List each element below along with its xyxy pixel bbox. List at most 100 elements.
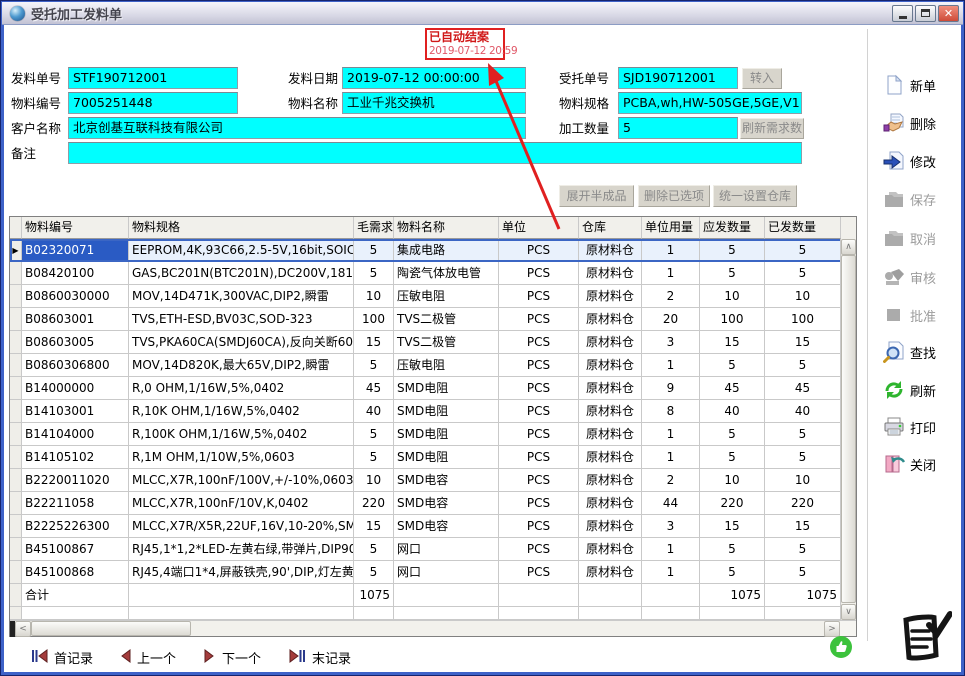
table-row[interactable]: 合计107510751075 xyxy=(10,584,856,607)
column-header[interactable]: 物料编号 xyxy=(22,217,129,239)
table-cell: PCS xyxy=(499,469,579,492)
table-row[interactable]: B45100868RJ45,4端口1*4,屏蔽铁壳,90',DIP,灯左黄右5网… xyxy=(10,561,856,584)
checklist-doc-icon xyxy=(894,611,952,667)
table-cell: B08603005 xyxy=(22,331,129,354)
maximize-button[interactable] xyxy=(915,5,936,22)
table-cell: 100 xyxy=(765,308,841,331)
minimize-button[interactable] xyxy=(892,5,913,22)
table-cell: MLCC,X7R,100nF/100V,+/-10%,0603 xyxy=(129,469,354,492)
titlebar[interactable]: 受托加工发料单 ✕ xyxy=(2,2,963,25)
table-cell: 5 xyxy=(765,538,841,561)
table-row[interactable]: B0860030000MOV,14D471K,300VAC,DIP2,瞬雷10压… xyxy=(10,285,856,308)
table-cell: 10 xyxy=(765,469,841,492)
table-cell: B2225226300 xyxy=(22,515,129,538)
table-cell: 220 xyxy=(354,492,394,515)
row-indicator: ▶ xyxy=(10,239,22,262)
scroll-up-icon[interactable]: ∧ xyxy=(841,239,856,255)
table-cell: 10 xyxy=(354,285,394,308)
table-cell: SMD电阻 xyxy=(394,423,499,446)
table-row[interactable]: B08420100GAS,BC201N(BTC201N),DC200V,1812… xyxy=(10,262,856,285)
table-row[interactable]: B2225226300MLCC,X7R/X5R,22UF,16V,10-20%,… xyxy=(10,515,856,538)
material-spec-field[interactable]: PCBA,wh,HW-505GE,5GE,V1 xyxy=(618,92,802,114)
nav-button-末记录[interactable]: 末记录 xyxy=(289,646,351,668)
sidebar-button-关闭[interactable]: 关闭 xyxy=(883,450,963,478)
table-cell: 45 xyxy=(354,377,394,400)
close-icon[interactable]: ✕ xyxy=(938,5,959,22)
table-cell: 压敏电阻 xyxy=(394,285,499,308)
row-indicator xyxy=(10,446,22,469)
table-cell: SMD电容 xyxy=(394,515,499,538)
table-cell: TVS二极管 xyxy=(394,331,499,354)
table-cell: PCS xyxy=(499,538,579,561)
entrust-no-field[interactable]: SJD190712001 xyxy=(618,67,738,89)
table-row[interactable]: B0860306800MOV,14D820K,最大65V,DIP2,瞬雷5压敏电… xyxy=(10,354,856,377)
vertical-scroll-thumb[interactable] xyxy=(841,255,856,603)
sidebar-button-修改[interactable]: 修改 xyxy=(883,147,963,175)
table-cell: 15 xyxy=(354,331,394,354)
table-row[interactable]: B08603001TVS,ETH-ESD,BV03C,SOD-323100TVS… xyxy=(10,308,856,331)
column-header[interactable]: 毛需求 xyxy=(354,217,394,239)
table-row[interactable]: B2220011020MLCC,X7R,100nF/100V,+/-10%,06… xyxy=(10,469,856,492)
column-header[interactable]: 单位 xyxy=(499,217,579,239)
horizontal-scrollbar[interactable]: < > xyxy=(10,620,856,636)
scroll-down-icon[interactable]: ∨ xyxy=(841,604,856,620)
nav-button-上一个[interactable]: 上一个 xyxy=(119,646,176,668)
issue-no-field[interactable]: STF190712001 xyxy=(68,67,238,89)
sidebar-button-取消: 取消 xyxy=(883,224,963,252)
sidebar-button-刷新[interactable]: 刷新 xyxy=(883,376,963,404)
table-cell: R,100K OHM,1/16W,5%,0402 xyxy=(129,423,354,446)
remark-field[interactable] xyxy=(68,142,802,164)
table-cell: B45100868 xyxy=(22,561,129,584)
table-row[interactable] xyxy=(10,607,856,620)
sidebar-button-新单[interactable]: 新单 xyxy=(883,71,963,99)
table-cell: 100 xyxy=(354,308,394,331)
material-no-field[interactable]: 7005251448 xyxy=(68,92,238,114)
table-row[interactable]: B14105102R,1M OHM,1/10W,5%,06035SMD电阻PCS… xyxy=(10,446,856,469)
items-table-body: ▶B02320071EEPROM,4K,93C66,2.5-5V,16bit,S… xyxy=(10,239,856,620)
table-cell: SMD电容 xyxy=(394,492,499,515)
table-cell: 5 xyxy=(700,561,765,584)
row-indicator xyxy=(10,538,22,561)
table-cell: 220 xyxy=(700,492,765,515)
column-header[interactable]: 物料规格 xyxy=(129,217,354,239)
table-cell: PCS xyxy=(499,446,579,469)
column-header[interactable]: 已发数量 xyxy=(765,217,841,239)
table-row[interactable]: B45100867RJ45,1*1,2*LED-左黄右绿,带弹片,DIP90度5… xyxy=(10,538,856,561)
column-header[interactable]: 应发数量 xyxy=(700,217,765,239)
table-cell: TVS,PKA60CA(SMDJ60CA),反向关断60V,5 xyxy=(129,331,354,354)
table-cell: 压敏电阻 xyxy=(394,354,499,377)
sidebar-button-查找[interactable]: 查找 xyxy=(883,338,963,366)
new-doc-icon xyxy=(883,74,905,96)
table-cell: 合计 xyxy=(22,584,129,607)
app-window: 受托加工发料单 ✕ 已自动结案 2019-07-12 20:59 发料单号 ST… xyxy=(0,0,965,676)
nav-button-首记录[interactable]: 首记录 xyxy=(31,646,93,668)
sidebar-button-打印[interactable]: 打印 xyxy=(883,413,963,441)
row-indicator xyxy=(10,469,22,492)
table-row[interactable]: ▶B02320071EEPROM,4K,93C66,2.5-5V,16bit,S… xyxy=(10,239,856,262)
horizontal-scroll-thumb[interactable] xyxy=(31,621,191,636)
table-cell: 45 xyxy=(765,377,841,400)
table-row[interactable]: B22211058MLCC,X7R,100nF/10V,K,0402220SMD… xyxy=(10,492,856,515)
process-qty-field[interactable]: 5 xyxy=(618,117,738,139)
table-cell: 3 xyxy=(642,331,700,354)
table-cell: 5 xyxy=(700,446,765,469)
vertical-scrollbar[interactable]: ∧ ∨ xyxy=(840,239,856,620)
table-row[interactable]: B08603005TVS,PKA60CA(SMDJ60CA),反向关断60V,5… xyxy=(10,331,856,354)
scroll-left-icon[interactable]: < xyxy=(15,621,31,637)
table-cell: 网口 xyxy=(394,538,499,561)
table-row[interactable]: B14104000R,100K OHM,1/16W,5%,04025SMD电阻P… xyxy=(10,423,856,446)
set-warehouse-button: 统一设置仓库 xyxy=(713,185,797,207)
table-row[interactable]: B14103001R,10K OHM,1/16W,5%,040240SMD电阻P… xyxy=(10,400,856,423)
material-name-field[interactable]: 工业千兆交换机 xyxy=(342,92,526,114)
row-indicator xyxy=(10,423,22,446)
table-cell: SMD电阻 xyxy=(394,377,499,400)
sidebar-button-删除[interactable]: 删除 xyxy=(883,109,963,137)
nav-button-下一个[interactable]: 下一个 xyxy=(204,646,261,668)
issue-date-field[interactable]: 2019-07-12 00:00:00 xyxy=(342,67,526,89)
column-header[interactable]: 单位用量 xyxy=(642,217,700,239)
customer-field[interactable]: 北京创基互联科技有限公司 xyxy=(68,117,526,139)
column-header[interactable]: 仓库 xyxy=(579,217,642,239)
column-header[interactable]: 物料名称 xyxy=(394,217,499,239)
table-cell xyxy=(354,607,394,620)
table-row[interactable]: B14000000R,0 OHM,1/16W,5%,040245SMD电阻PCS… xyxy=(10,377,856,400)
